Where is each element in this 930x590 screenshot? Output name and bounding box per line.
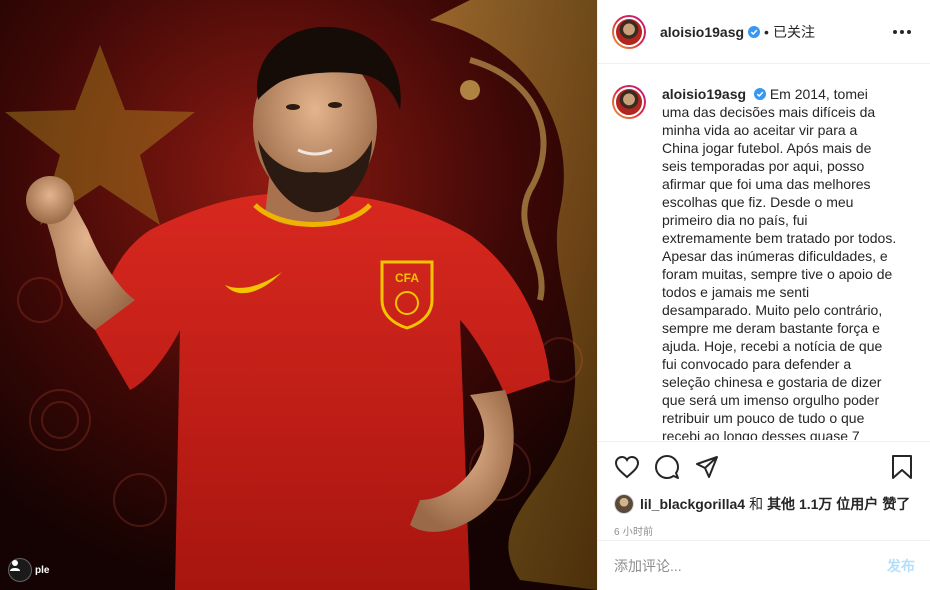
watermark-person-icon [8,558,32,582]
post-side-panel: aloisio19asg • 已关注 aloisio19asg Em 2014,… [597,0,930,590]
post-timestamp[interactable]: 6 小时前 [598,516,930,538]
author-avatar[interactable] [612,14,646,49]
verified-badge-icon [753,88,766,100]
liker-avatar[interactable] [614,494,634,514]
more-options-icon[interactable] [890,20,914,44]
svg-text:CFA: CFA [395,271,419,285]
likes-liked-text: 赞了 [882,496,911,512]
comment-form: 发布 [598,540,930,590]
comment-input[interactable] [614,557,887,574]
likes-and-text: 和 [749,496,764,512]
post-header: aloisio19asg • 已关注 [598,0,930,64]
likes-summary: lil_blackgorilla4 和 其他 1.1万 位用户 赞了 [598,492,930,516]
author-username[interactable]: aloisio19asg [660,24,744,40]
caption-author-username[interactable]: aloisio19asg [662,86,746,102]
share-icon[interactable] [692,452,722,482]
following-button[interactable]: 已关注 [773,22,815,42]
post-comment-button[interactable]: 发布 [887,556,915,576]
comment-icon[interactable] [652,452,682,482]
verified-badge-icon [748,25,761,38]
caption-body: Em 2014, tomei uma das decisões mais dif… [662,86,897,440]
player-illustration: CFA [0,0,597,590]
liker-username[interactable]: lil_blackgorilla4 [640,496,745,512]
heart-icon[interactable] [612,452,642,482]
post-photo[interactable]: CFA ple [0,0,597,590]
caption-author-avatar[interactable] [612,85,646,119]
watermark-text: ple [35,564,50,576]
caption-area: aloisio19asg Em 2014, tomei uma das deci… [598,65,930,440]
likes-others-link[interactable]: 其他 1.1万 位用户 [767,494,878,514]
action-bar [598,442,930,492]
post-actions-section: lil_blackgorilla4 和 其他 1.1万 位用户 赞了 6 小时前 [598,441,930,538]
bookmark-icon[interactable] [887,452,917,482]
caption-text: aloisio19asg Em 2014, tomei uma das deci… [662,85,897,440]
photo-watermark: ple [8,558,49,582]
header-separator: • [764,23,769,40]
